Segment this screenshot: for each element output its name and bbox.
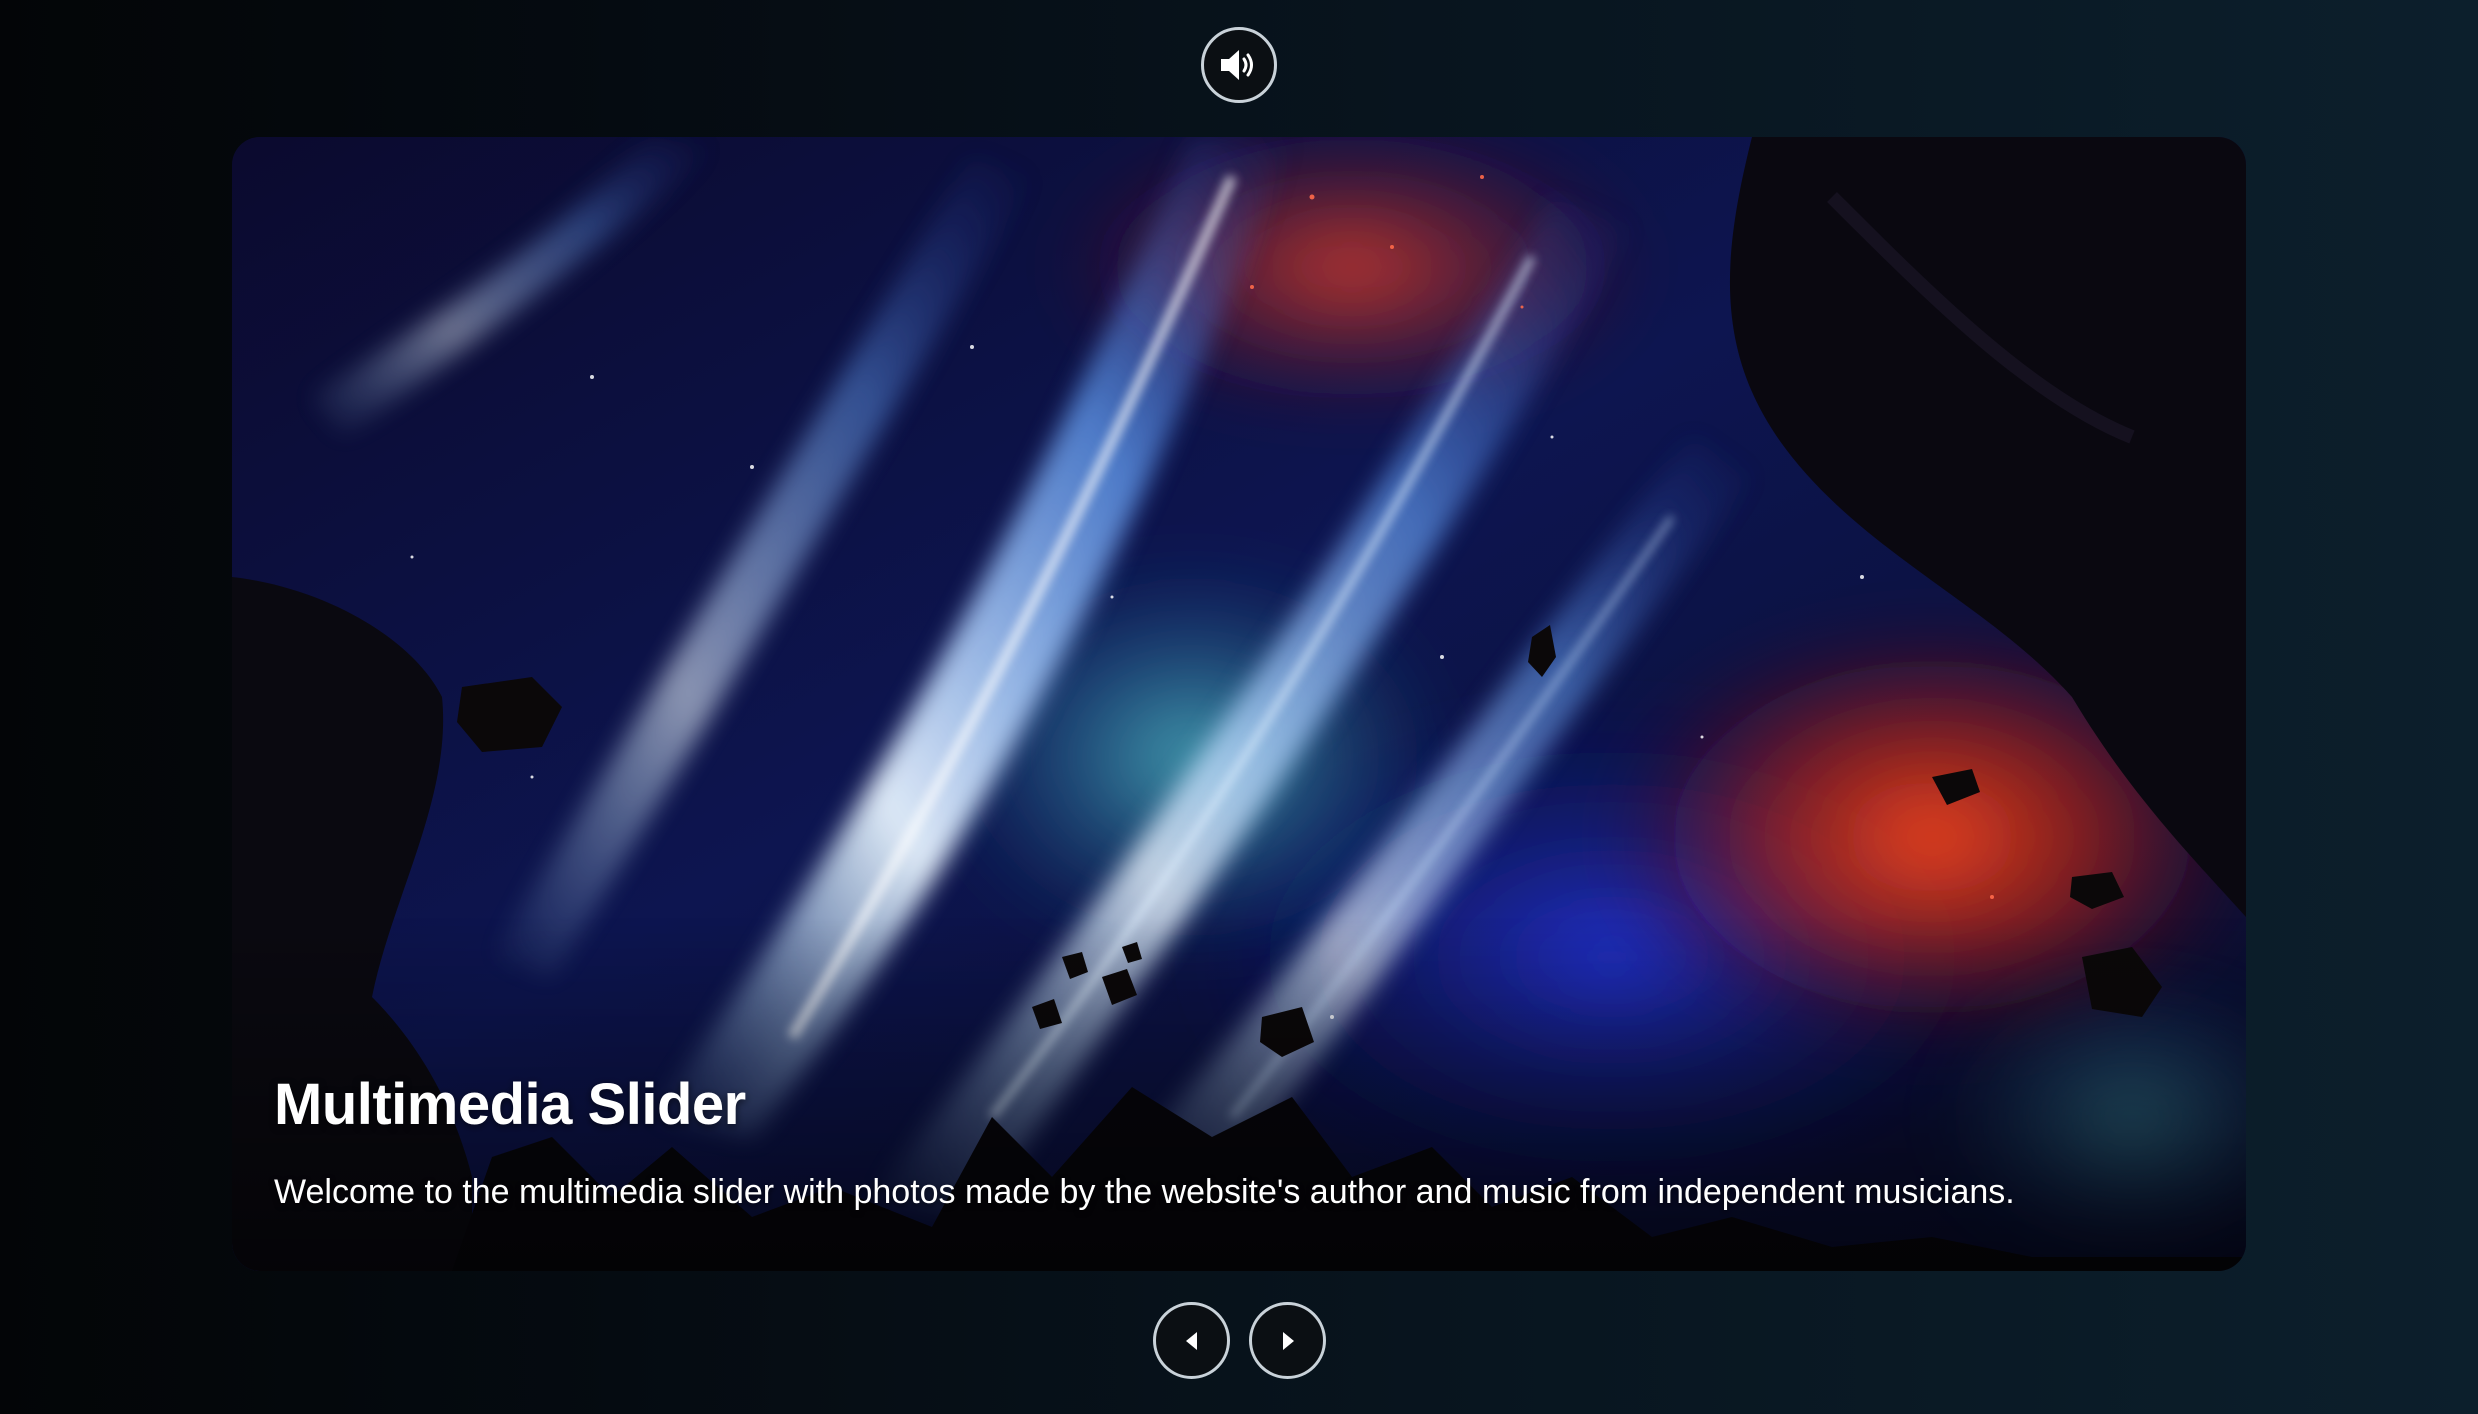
caret-left-icon	[1185, 1331, 1197, 1350]
sound-toggle-button[interactable]	[1201, 27, 1277, 103]
next-slide-button[interactable]	[1249, 1302, 1326, 1379]
slide-description: Welcome to the multimedia slider with ph…	[274, 1173, 2015, 1211]
slide-title: Multimedia Slider	[274, 1072, 746, 1137]
speaker-volume-icon	[1221, 50, 1253, 80]
caret-right-icon	[1282, 1331, 1294, 1350]
previous-slide-button[interactable]	[1153, 1302, 1230, 1379]
slide: Multimedia Slider Welcome to the multime…	[232, 137, 2246, 1271]
